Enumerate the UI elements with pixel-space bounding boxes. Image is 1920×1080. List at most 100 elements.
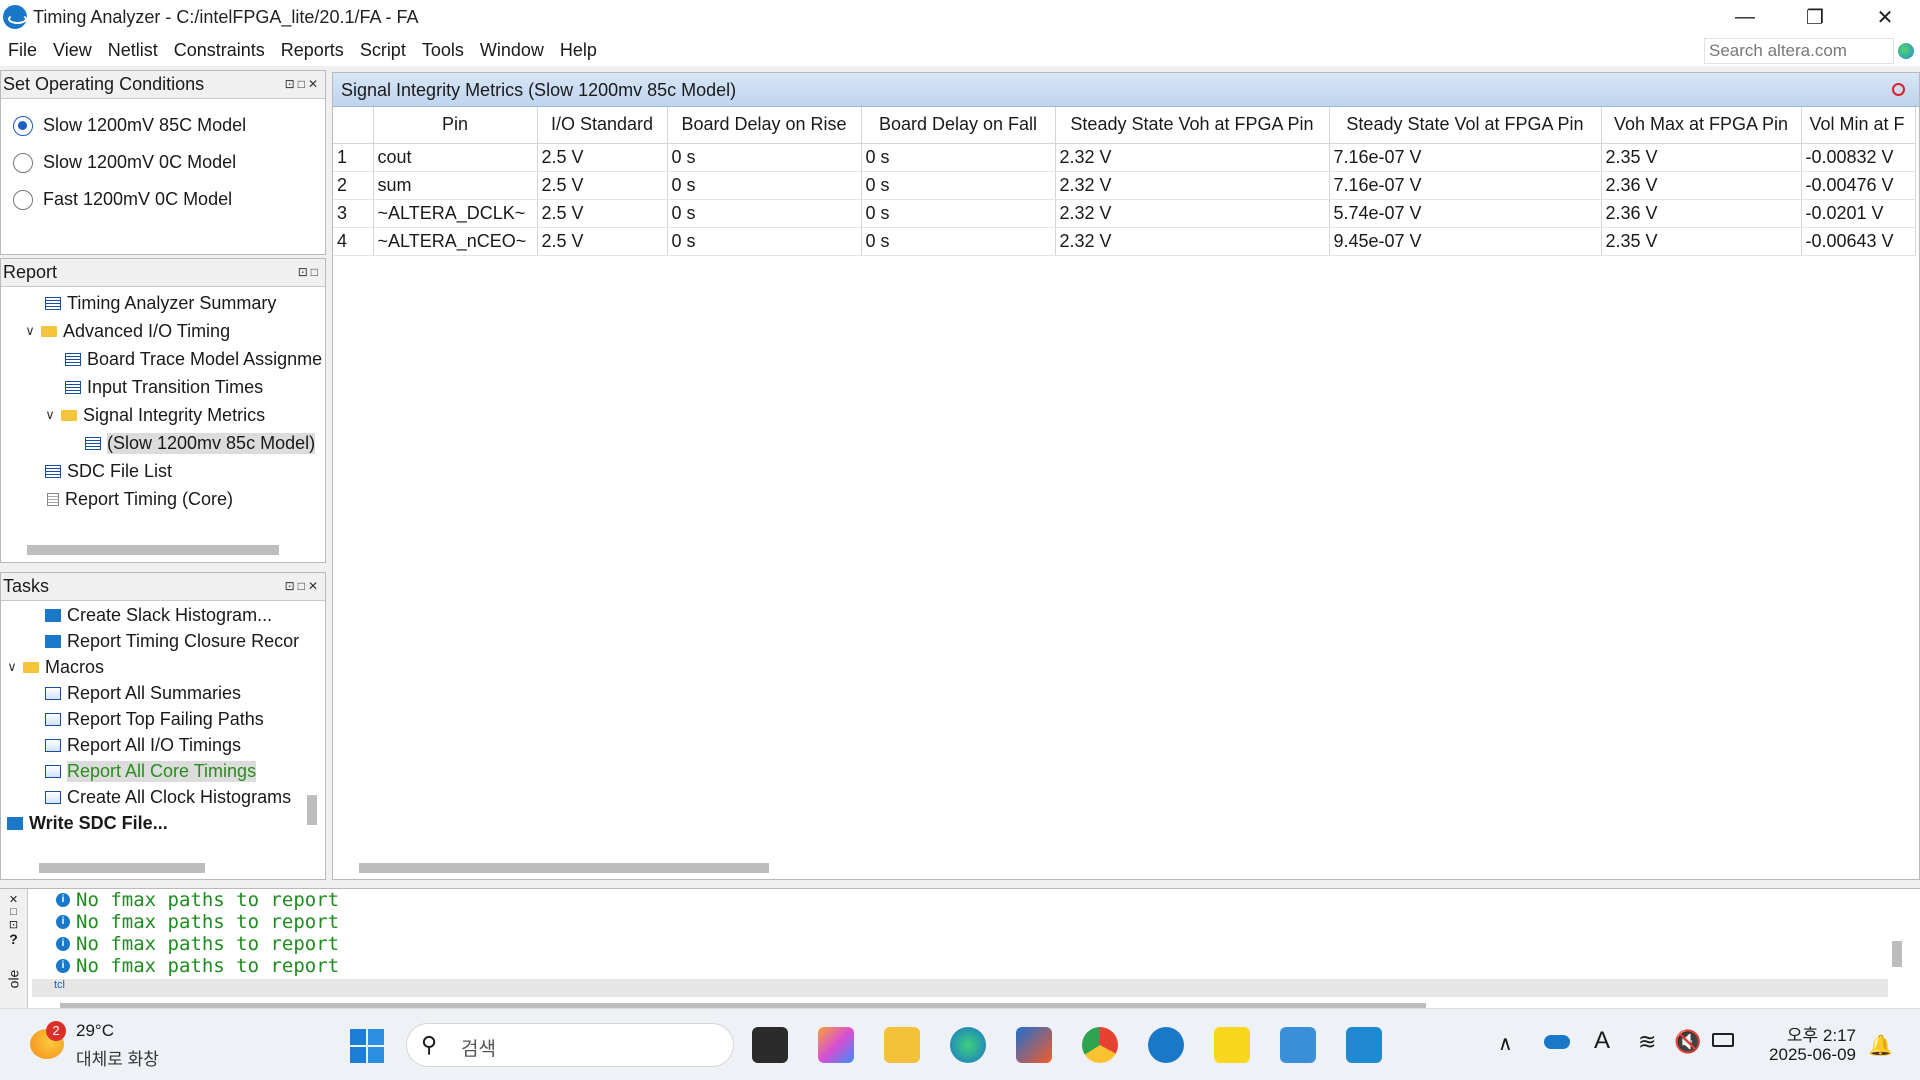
- table-row[interactable]: 3 ~ALTERA_DCLK~ 2.5 V 0 s 0 s 2.32 V 5.7…: [333, 199, 1916, 228]
- wifi-icon[interactable]: ≋: [1638, 1029, 1656, 1055]
- menu-netlist[interactable]: Netlist: [100, 34, 166, 66]
- table-row[interactable]: 4 ~ALTERA_nCEO~ 2.5 V 0 s 0 s 2.32 V 9.4…: [333, 227, 1916, 256]
- report-item[interactable]: Input Transition Times: [1, 373, 325, 401]
- radio-icon[interactable]: [13, 189, 33, 210]
- timing-analyzer-taskbar-icon[interactable]: [1148, 1027, 1184, 1063]
- clock-date[interactable]: 2025-06-09: [1756, 1045, 1856, 1065]
- column-header[interactable]: Steady State Vol at FPGA Pin: [1329, 107, 1602, 144]
- column-header[interactable]: Pin: [373, 107, 538, 144]
- table-icon: [65, 352, 81, 366]
- console-message: No fmax paths to report: [76, 889, 340, 911]
- radio-selected-icon[interactable]: [13, 115, 33, 136]
- pin-icon[interactable]: ⊡: [0, 918, 27, 931]
- windows-taskbar: 2 29°C 대체로 화창 ⚲ 검색 ∧ A ≋ 🔇 오후 2:17 2025-…: [0, 1008, 1920, 1080]
- report-item[interactable]: (Slow 1200mv 85c Model): [1, 429, 325, 457]
- copilot-icon[interactable]: [818, 1027, 854, 1063]
- timing-analyzer-logo-icon: [3, 5, 27, 29]
- report-item[interactable]: SDC File List: [1, 457, 325, 485]
- info-icon: i: [56, 959, 70, 973]
- weather-desc[interactable]: 대체로 화창: [76, 1045, 159, 1070]
- restore-button[interactable]: ❐: [1780, 0, 1850, 34]
- table-row[interactable]: 2 sum 2.5 V 0 s 0 s 2.32 V 7.16e-07 V 2.…: [333, 171, 1916, 200]
- windows-start-icon[interactable]: [350, 1029, 384, 1063]
- column-header[interactable]: I/O Standard: [537, 107, 668, 144]
- task-item[interactable]: Report All I/O Timings: [1, 732, 325, 758]
- speaker-muted-icon[interactable]: 🔇: [1674, 1029, 1701, 1055]
- panel-tools[interactable]: ⊡□✕: [285, 573, 321, 600]
- onedrive-icon[interactable]: [1544, 1035, 1570, 1049]
- console-tab-label[interactable]: ole: [6, 966, 22, 993]
- column-header[interactable]: Board Delay on Rise: [667, 107, 862, 144]
- notepad-icon[interactable]: [1280, 1027, 1316, 1063]
- search-input[interactable]: Search altera.com: [1704, 38, 1894, 64]
- task-item[interactable]: Report Timing Closure Recor: [1, 628, 325, 654]
- chevron-up-icon[interactable]: ∧: [1498, 1031, 1513, 1056]
- folder-icon: [61, 409, 77, 421]
- weather-temp[interactable]: 29°C: [76, 1021, 114, 1041]
- panel-title: Signal Integrity Metrics (Slow 1200mv 85…: [341, 80, 737, 100]
- tcl-input[interactable]: tcl: [32, 979, 1888, 997]
- float-icon[interactable]: □: [0, 906, 27, 918]
- globe-icon[interactable]: [1898, 43, 1914, 59]
- menu-script[interactable]: Script: [352, 34, 414, 66]
- kakaotalk-icon[interactable]: [1214, 1027, 1250, 1063]
- chevron-down-icon[interactable]: ∨: [43, 407, 57, 423]
- clock-time[interactable]: 오후 2:17: [1766, 1021, 1856, 1046]
- file-explorer-icon[interactable]: [884, 1027, 920, 1063]
- column-header[interactable]: Board Delay on Fall: [861, 107, 1056, 144]
- table-row[interactable]: 1 cout 2.5 V 0 s 0 s 2.32 V 7.16e-07 V 2…: [333, 143, 1916, 172]
- console-vscrollbar[interactable]: [1892, 941, 1902, 967]
- tasks-scrollbar[interactable]: [39, 863, 205, 873]
- chevron-down-icon[interactable]: ∨: [5, 659, 19, 675]
- close-icon[interactable]: [1892, 83, 1905, 96]
- task-view-icon[interactable]: [752, 1027, 788, 1063]
- taskbar-search[interactable]: ⚲ 검색: [406, 1023, 734, 1067]
- battery-icon[interactable]: [1712, 1033, 1734, 1047]
- report-item[interactable]: ∨ Advanced I/O Timing: [1, 317, 325, 345]
- condition-option[interactable]: Slow 1200mV 0C Model: [1, 144, 325, 181]
- help-icon[interactable]: ?: [0, 931, 27, 947]
- report-scrollbar[interactable]: [27, 545, 279, 555]
- column-header[interactable]: Voh Max at FPGA Pin: [1601, 107, 1802, 144]
- panel-tools[interactable]: ⊡□: [298, 259, 321, 286]
- ime-indicator[interactable]: A: [1594, 1027, 1610, 1055]
- console-message: No fmax paths to report: [76, 955, 340, 977]
- vscode-icon[interactable]: [1346, 1027, 1382, 1063]
- condition-option[interactable]: Fast 1200mV 0C Model: [1, 181, 325, 218]
- report-item[interactable]: Board Trace Model Assignme: [1, 345, 325, 373]
- menu-tools[interactable]: Tools: [414, 34, 472, 66]
- panel-tools[interactable]: ⊡□✕: [285, 71, 321, 98]
- radio-icon[interactable]: [13, 152, 33, 173]
- store-icon[interactable]: [1016, 1027, 1052, 1063]
- minimize-button[interactable]: —: [1710, 0, 1780, 34]
- menu-reports[interactable]: Reports: [273, 34, 352, 66]
- task-item[interactable]: Create Slack Histogram...: [1, 602, 325, 628]
- task-item[interactable]: Report All Summaries: [1, 680, 325, 706]
- edge-icon[interactable]: [950, 1027, 986, 1063]
- condition-option[interactable]: Slow 1200mV 85C Model: [1, 107, 325, 144]
- menu-file[interactable]: File: [0, 34, 45, 66]
- chevron-down-icon[interactable]: ∨: [23, 323, 37, 339]
- task-item[interactable]: Create All Clock Histograms: [1, 784, 325, 810]
- bell-icon[interactable]: 🔔: [1868, 1033, 1893, 1058]
- window-title: Timing Analyzer - C:/intelFPGA_lite/20.1…: [33, 6, 419, 27]
- close-icon[interactable]: ✕: [0, 893, 27, 906]
- report-item[interactable]: Timing Analyzer Summary: [1, 289, 325, 317]
- task-item[interactable]: Write SDC File...: [1, 810, 325, 836]
- menu-constraints[interactable]: Constraints: [166, 34, 273, 66]
- report-item[interactable]: ∨ Signal Integrity Metrics: [1, 401, 325, 429]
- report-item[interactable]: Report Timing (Core): [1, 485, 325, 513]
- table-scrollbar[interactable]: [359, 863, 769, 873]
- task-item[interactable]: Report Top Failing Paths: [1, 706, 325, 732]
- menu-help[interactable]: Help: [552, 34, 605, 66]
- menu-view[interactable]: View: [45, 34, 100, 66]
- macro-icon: [45, 686, 61, 700]
- chrome-icon[interactable]: [1082, 1027, 1118, 1063]
- close-button[interactable]: ✕: [1850, 0, 1920, 34]
- task-item[interactable]: ∨ Macros: [1, 654, 325, 680]
- task-item[interactable]: Report All Core Timings: [1, 758, 325, 784]
- tasks-vscrollbar[interactable]: [307, 795, 317, 825]
- column-header[interactable]: Steady State Voh at FPGA Pin: [1055, 107, 1330, 144]
- column-header[interactable]: Vol Min at F: [1801, 107, 1916, 144]
- menu-window[interactable]: Window: [472, 34, 552, 66]
